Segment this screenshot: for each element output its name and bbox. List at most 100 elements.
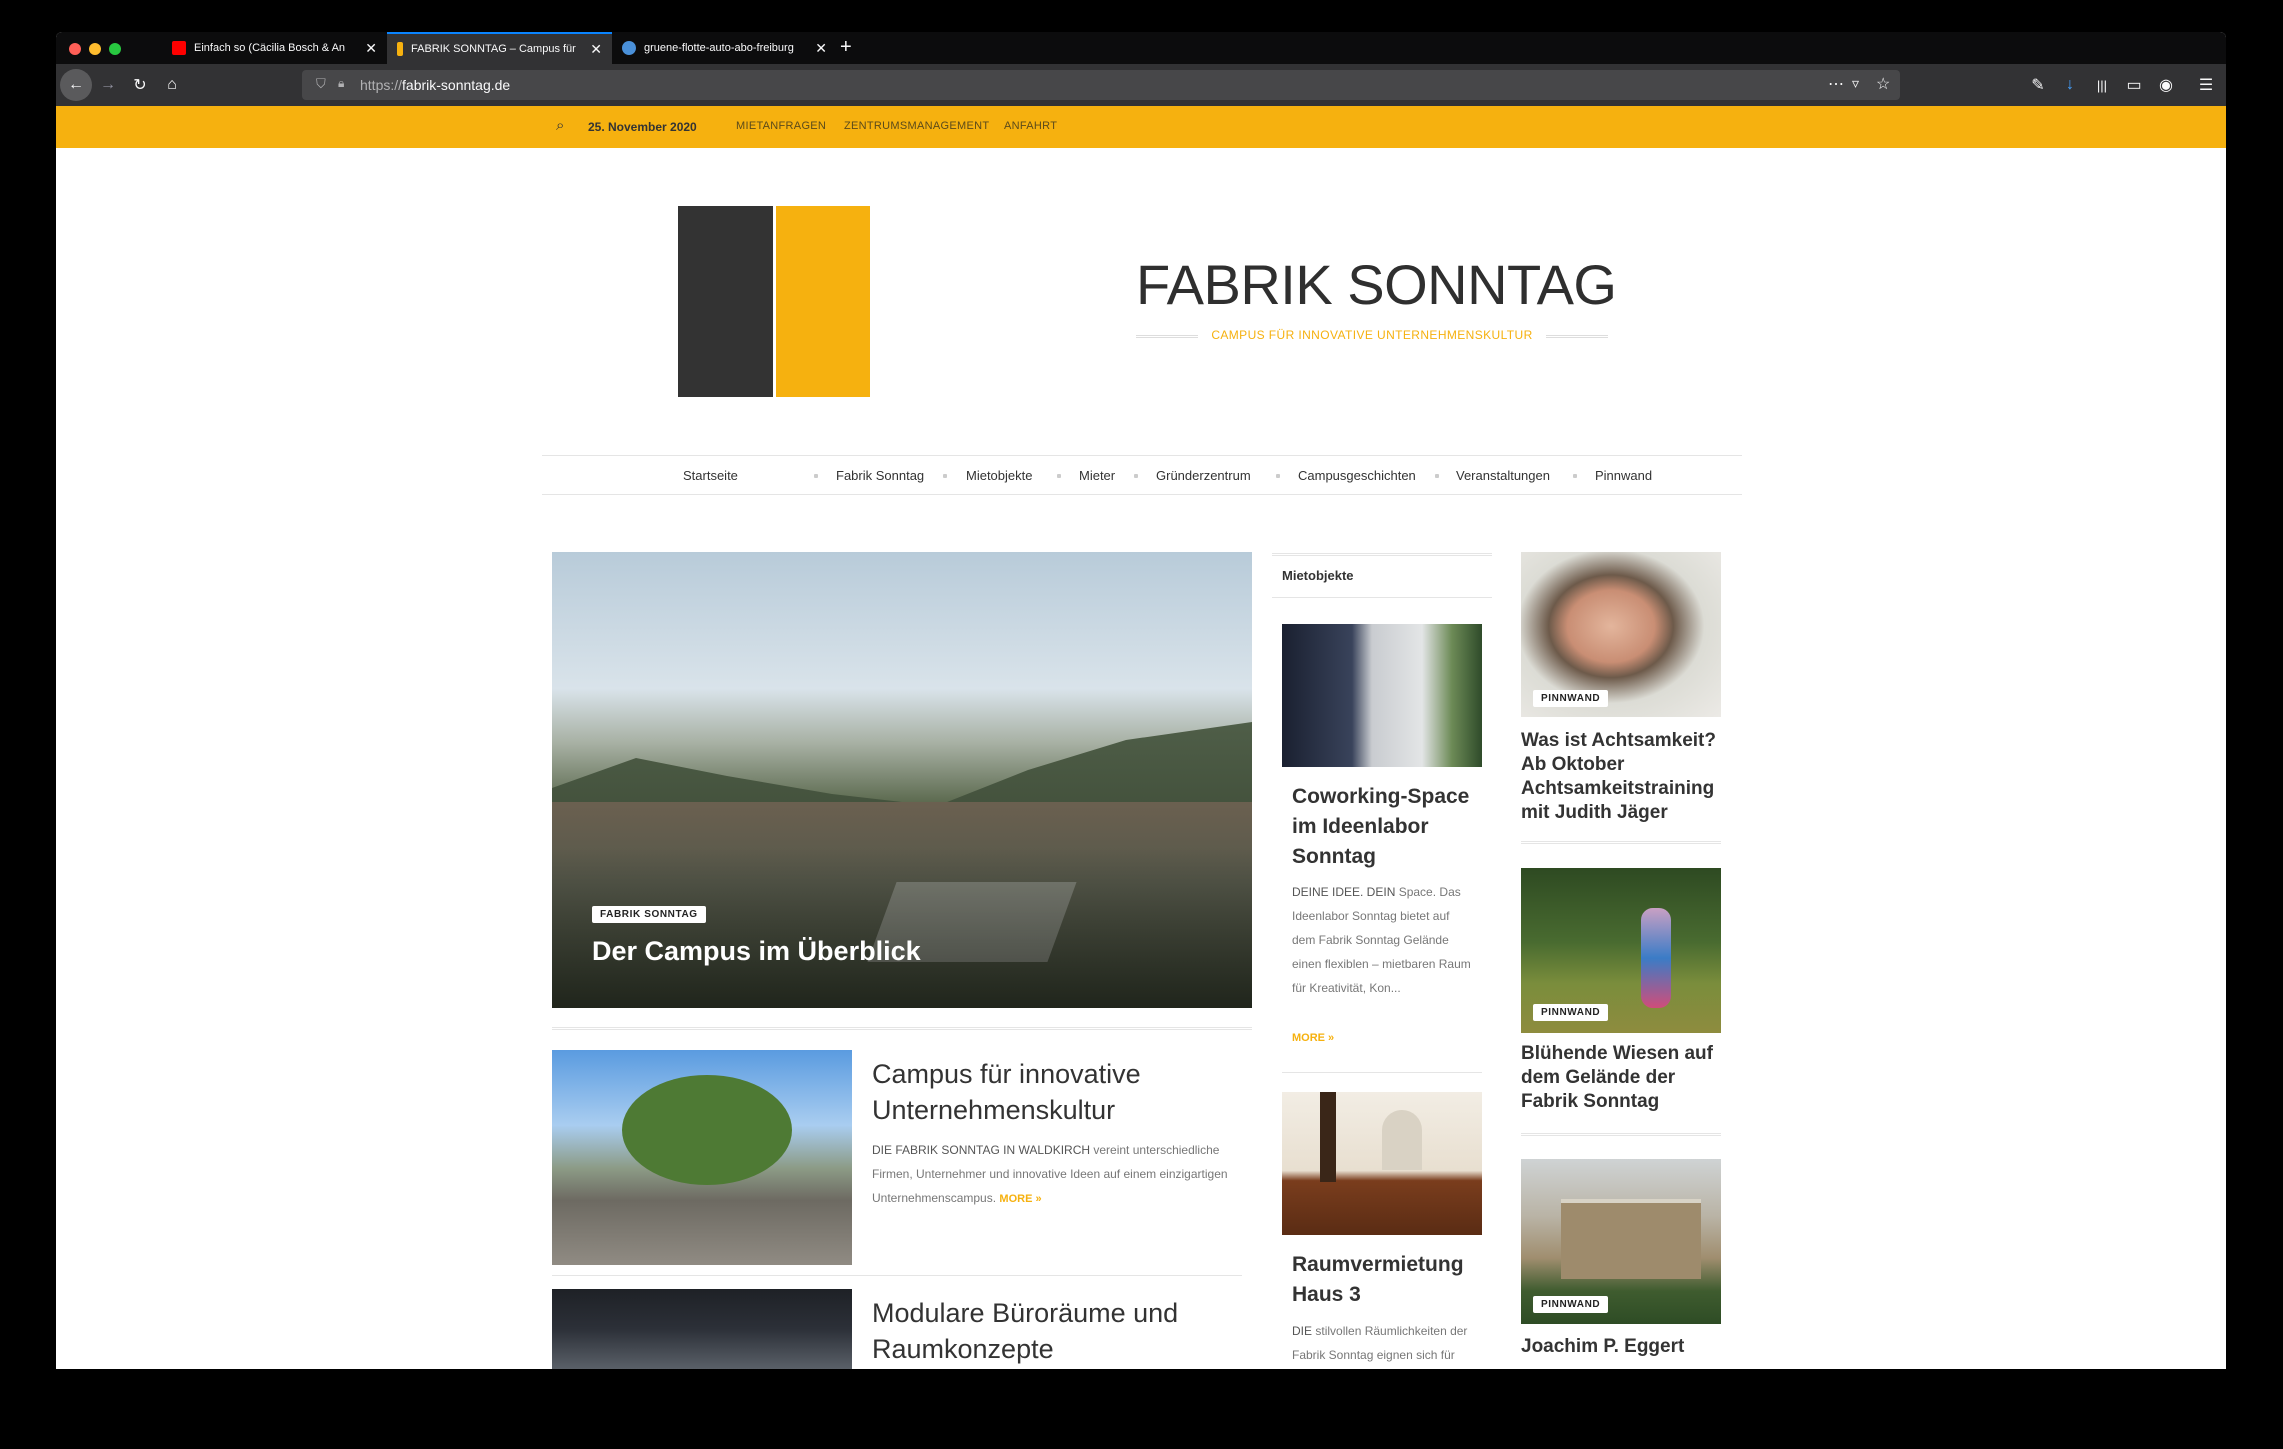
tab-title: gruene-flotte-auto-abo-freiburg [644,42,794,54]
pillar-shape [1320,1092,1336,1182]
logo-dark-block[interactable] [678,206,773,397]
divider [1521,841,1721,844]
site-topbar: ⌕ 25. November 2020 MIETANFRAGEN ZENTRUM… [56,106,2226,148]
search-icon[interactable]: ⌕ [556,117,565,134]
sidebar-icon[interactable]: ▭ [2122,73,2146,97]
post-title[interactable]: Modulare Büroräume und Raumkonzepte [872,1295,1252,1367]
shield-icon[interactable]: ⛉ [316,76,326,92]
tools-icon[interactable]: ✎ [2026,73,2050,97]
nav-separator [1573,474,1577,478]
tab-fabrik-sonntag[interactable]: FABRIK SONNTAG – Campus für ✕ [387,32,612,64]
pinnwand-title[interactable]: Joachim P. Eggert [1521,1335,1721,1359]
pinnwand-title[interactable]: Was ist Achtsamkeit? Ab Oktober Achtsamk… [1521,729,1721,825]
forward-button[interactable]: → [96,73,120,97]
fabrik-favicon-icon [397,42,403,56]
nav-separator [814,474,818,478]
nav-separator [1435,474,1439,478]
more-link[interactable]: MORE » [1292,1032,1334,1044]
bookmark-star-icon[interactable]: ☆ [1876,74,1890,94]
nav-item-mieter[interactable]: Mieter [1079,468,1115,483]
mietobjekt-excerpt: DIE stilvollen Räumlichkeiten der Fabrik… [1292,1319,1472,1369]
mietobjekt-title[interactable]: Raumvermietung Haus 3 [1292,1250,1482,1310]
youtube-favicon-icon [172,41,186,55]
category-badge[interactable]: PINNWAND [1533,1004,1609,1021]
site-title[interactable]: FABRIK SONNTAG [1136,252,1617,317]
post-thumbnail[interactable] [552,1289,852,1369]
tab-gruene-flotte[interactable]: gruene-flotte-auto-abo-freiburg ✕ [612,32,837,64]
nav-separator [1057,474,1061,478]
nav-item-mietobjekte[interactable]: Mietobjekte [966,468,1032,483]
library-icon[interactable]: ||| [2090,73,2114,97]
mietobjekt-title[interactable]: Coworking-Space im Ideenlabor Sonntag [1292,782,1482,872]
current-date: 25. November 2020 [588,120,697,134]
tree-shape [622,1075,792,1185]
tab-bar: Einfach so (Cäcilia Bosch & An ✕ FABRIK … [56,32,2226,64]
nav-item-pinnwand[interactable]: Pinnwand [1595,468,1652,483]
download-icon[interactable]: ↓ [2058,73,2082,97]
excerpt-text: stilvollen Räumlichkeiten der Fabrik Son… [1292,1324,1468,1362]
widget-divider [1272,597,1492,598]
new-tab-button[interactable]: + [840,36,852,59]
home-button[interactable]: ⌂ [160,73,184,97]
close-tab-icon[interactable]: ✕ [815,40,827,57]
close-tab-icon[interactable]: ✕ [590,41,602,58]
tab-title: Einfach so (Cäcilia Bosch & An [194,42,346,54]
pocket-icon[interactable]: ▿ [1852,75,1859,92]
maximize-window-icon[interactable] [109,43,121,55]
browser-window: Einfach so (Cäcilia Bosch & An ✕ FABRIK … [56,32,2226,1369]
nav-item-startseite[interactable]: Startseite [683,468,738,483]
widget-title-mietobjekte: Mietobjekte [1282,568,1354,583]
tab-title: FABRIK SONNTAG – Campus für [411,43,576,55]
coworking-thumbnail[interactable] [1282,624,1482,767]
close-window-icon[interactable] [69,43,81,55]
post-excerpt-lead: DIE FABRIK SONNTAG IN WALDKIRCH [872,1143,1091,1157]
child-figure [1641,908,1671,1008]
hero-title[interactable]: Der Campus im Überblick [592,936,921,967]
excerpt-lead: DEINE IDEE. DEIN [1292,885,1396,899]
excerpt-text: Space. Das Ideenlabor Sonntag bietet auf… [1292,885,1471,995]
main-navigation: Startseite Fabrik Sonntag Mietobjekte Mi… [542,455,1742,495]
logo-yellow-block[interactable] [776,206,870,397]
category-badge[interactable]: FABRIK SONNTAG [592,906,706,923]
topbar-link-mietanfragen[interactable]: MIETANFRAGEN [736,120,826,132]
url-bar[interactable]: ⛉ 🔒︎ https://fabrik-sonntag.de ⋯ ▿ ☆ [302,70,1900,100]
pinnwand-title[interactable]: Blühende Wiesen auf dem Gelände der Fabr… [1521,1042,1721,1114]
window-shape [1382,1110,1422,1170]
category-badge[interactable]: PINNWAND [1533,1296,1609,1313]
page-actions-icon[interactable]: ⋯ [1828,74,1844,94]
divider [552,1275,1242,1276]
url-protocol: https:// [360,77,403,93]
mietobjekt-excerpt: DEINE IDEE. DEIN Space. Das Ideenlabor S… [1292,880,1472,1000]
lock-icon[interactable]: 🔒︎ [338,76,344,91]
url-text[interactable]: https://fabrik-sonntag.de [360,77,510,93]
url-host: fabrik-sonntag.de [402,77,511,93]
nav-separator [1134,474,1138,478]
hero-image-gradient [552,848,1252,1008]
reload-button[interactable]: ↻ [128,73,152,97]
divider [552,1027,1252,1030]
minimize-window-icon[interactable] [89,43,101,55]
close-tab-icon[interactable]: ✕ [365,40,377,57]
nav-item-veranstaltungen[interactable]: Veranstaltungen [1456,468,1550,483]
more-link[interactable]: MORE » [999,1193,1041,1205]
category-badge[interactable]: PINNWAND [1533,690,1609,707]
nav-toolbar: ← → ↻ ⌂ ⛉ 🔒︎ https://fabrik-sonntag.de ⋯… [56,64,2226,106]
post-excerpt: DIE FABRIK SONNTAG IN WALDKIRCH vereint … [872,1138,1252,1211]
topbar-link-zentrumsmanagement[interactable]: ZENTRUMSMANAGEMENT [844,120,989,132]
back-button[interactable]: ← [60,69,92,101]
menu-icon[interactable]: ☰ [2194,73,2218,97]
nav-item-gruenderzentrum[interactable]: Gründerzentrum [1156,468,1251,483]
post-thumbnail[interactable] [552,1050,852,1265]
widget-divider [1272,553,1492,556]
tab-youtube[interactable]: Einfach so (Cäcilia Bosch & An ✕ [162,32,387,64]
post-title[interactable]: Campus für innovative Unternehmenskultur [872,1056,1252,1128]
hero-post[interactable]: FABRIK SONNTAG Der Campus im Überblick [552,552,1252,1008]
nav-item-fabrik-sonntag[interactable]: Fabrik Sonntag [836,468,924,483]
excerpt-lead: DIE [1292,1324,1313,1338]
nav-item-campusgeschichten[interactable]: Campusgeschichten [1298,468,1416,483]
wordpress-favicon-icon [622,41,636,55]
account-icon[interactable]: ◉ [2154,73,2178,97]
topbar-link-anfahrt[interactable]: ANFAHRT [1004,120,1057,132]
raumvermietung-thumbnail[interactable] [1282,1092,1482,1235]
nav-separator [1276,474,1280,478]
